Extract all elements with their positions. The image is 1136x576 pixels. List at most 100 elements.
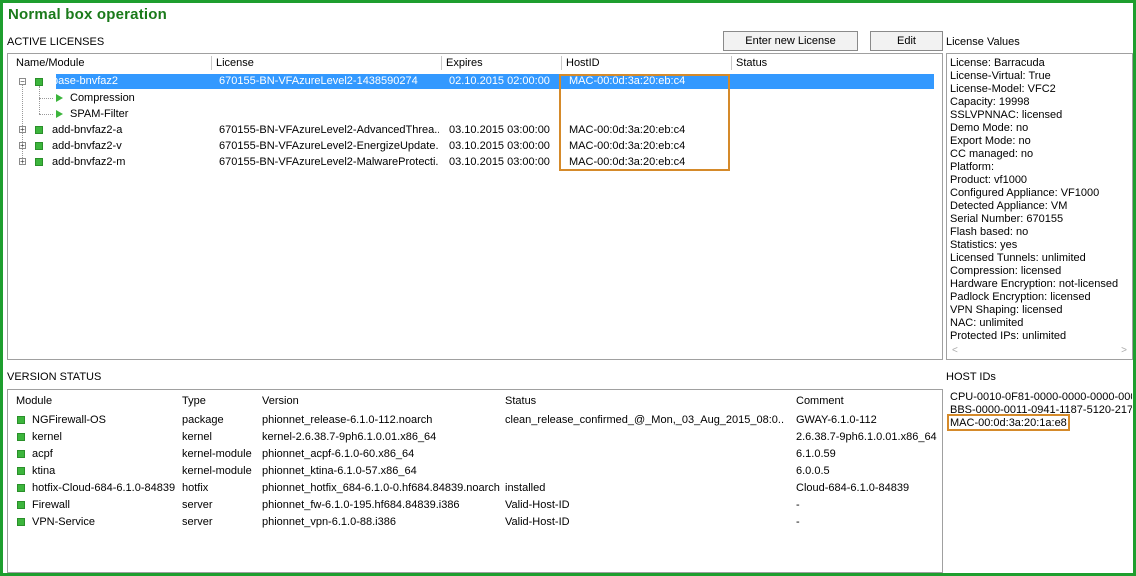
license-values-label: License Values [946,36,1020,48]
license-key: 670155-BN-VFAzureLevel2-AdvancedThrea... [219,124,439,136]
license-name: add-bnvfaz2-a [52,124,123,136]
host-ids-list[interactable]: CPU-0010-0F81-0000-0000-0000-0000 BBS-000… [946,389,1133,573]
version-version: phionnet_acpf-6.1.0-60.x86_64 [262,448,415,460]
version-status-label: VERSION STATUS [7,371,102,383]
version-version: phionnet_fw-6.1.0-195.hf684.84839.i386 [262,499,460,511]
edit-licenses-button[interactable]: Edit Licenses [870,31,943,65]
version-module: hotfix-Cloud-684-6.1.0-84839 [32,482,176,494]
hostid-highlight-box [559,74,730,171]
host-id-item: MAC-00:0d:3a:20:1a:e8 [950,417,1067,429]
status-ok-icon [35,142,43,150]
license-value-item: Padlock Encryption: licensed [950,291,1091,303]
col-header-comment[interactable]: Comment [796,392,844,410]
license-value-item: CC managed: no [950,148,1034,160]
col-header-type[interactable]: Type [182,392,206,410]
license-value-item: License-Model: VFC2 [950,83,1056,95]
license-value-item: Protected IPs: unlimited [950,330,1067,342]
version-comment: 2.6.38.7-9ph6.1.0.01.x86_64 [796,431,937,443]
license-key: 670155-BN-VFAzureLevel2-EnergizeUpdate..… [219,140,439,152]
version-comment: 6.1.0.59 [796,448,836,460]
status-ok-icon [17,518,25,526]
license-value-item: VPN Shaping: licensed [950,304,1063,316]
license-value-item: Demo Mode: no [950,122,1029,134]
col-header-module[interactable]: Module [16,392,52,410]
version-module: acpf [32,448,53,460]
version-status: Valid-Host-ID [505,516,570,528]
status-ok-icon [17,501,25,509]
host-id-item: BBS-0000-0011-0941-1187-5120-2170 [950,404,1133,416]
version-module: kernel [32,431,62,443]
version-type: hotfix [182,482,209,494]
version-version: phionnet_ktina-6.1.0-57.x86_64 [262,465,417,477]
version-status: Valid-Host-ID [505,499,570,511]
license-value-item: License-Virtual: True [950,70,1051,82]
license-module-name: Compression [70,92,135,104]
expand-icon[interactable]: + [19,126,26,134]
col-header-expires[interactable]: Expires [446,54,483,72]
host-ids-label: HOST IDs [946,371,996,383]
version-module: Firewall [32,499,70,511]
col-header-status[interactable]: Status [505,392,536,410]
license-value-item: License: Barracuda [950,57,1045,69]
license-key: 670155-BN-VFAzureLevel2-1438590274 [219,75,418,87]
license-value-item: Capacity: 19998 [950,96,1030,108]
version-type: package [182,414,224,426]
license-name: add-bnvfaz2-m [52,156,126,168]
license-value-item: SSLVPNNAC: licensed [950,109,1063,121]
version-version: phionnet_vpn-6.1.0-88.i386 [262,516,396,528]
active-licenses-table[interactable]: Name/Module License Expires HostID Statu… [7,53,943,360]
status-ok-icon [17,484,25,492]
license-value-item: Product: vf1000 [950,174,1028,186]
license-expires: 03.10.2015 03:00:00 [449,124,550,136]
status-ok-icon [35,126,43,134]
license-expires: 03.10.2015 03:00:00 [449,156,550,168]
scroll-right-icon[interactable]: > [1121,345,1127,356]
enter-license-token-button[interactable]: Enter new License Token [723,31,858,65]
license-value-item: Compression: licensed [950,265,1062,277]
version-comment: 6.0.0.5 [796,465,830,477]
status-ok-icon [17,433,25,441]
license-expires: 02.10.2015 02:00:00 [449,75,550,87]
col-header-hostid[interactable]: HostID [566,54,600,72]
status-ok-icon [17,467,25,475]
status-ok-icon [35,78,43,86]
status-ok-icon [17,450,25,458]
arrow-right-icon [56,94,63,102]
expand-icon[interactable]: + [19,142,26,150]
version-comment: Cloud-684-6.1.0-84839 [796,482,910,494]
version-type: server [182,499,213,511]
license-value-item: Export Mode: no [950,135,1031,147]
version-status-table[interactable]: Module Type Version Status Comment NGFir… [7,389,943,573]
license-value-item: NAC: unlimited [950,317,1024,329]
col-header-version[interactable]: Version [262,392,299,410]
version-status: clean_release_confirmed_@_Mon,_03_Aug_20… [505,414,785,426]
version-module: NGFirewall-OS [32,414,106,426]
version-module: ktina [32,465,56,477]
col-header-name[interactable]: Name/Module [16,54,84,72]
license-value-item: Configured Appliance: VF1000 [950,187,1100,199]
license-value-item: Serial Number: 670155 [950,213,1064,225]
arrow-right-icon [56,110,63,118]
license-value-item: Platform: [950,161,995,173]
version-type: server [182,516,213,528]
version-version: phionnet_release-6.1.0-112.noarch [262,414,433,426]
license-value-item: Licensed Tunnels: unlimited [950,252,1086,264]
page-title: Normal box operation [8,6,168,23]
version-comment: GWAY-6.1.0-112 [796,414,877,426]
col-header-license[interactable]: License [216,54,254,72]
col-header-status[interactable]: Status [736,54,767,72]
active-licenses-label: ACTIVE LICENSES [7,36,105,48]
expand-icon[interactable]: + [19,158,26,166]
version-status: installed [505,482,546,494]
license-values-list[interactable]: < > License: Barracuda License-Virtual: T… [946,53,1133,360]
license-value-item: Detected Appliance: VM [950,200,1068,212]
version-comment: - [796,516,800,528]
version-version: phionnet_hotfix_684-6.1.0-0.hf684.84839.… [262,482,500,494]
license-name: base-bnvfaz2 [52,75,119,87]
collapse-icon[interactable]: − [19,78,26,86]
scroll-left-icon[interactable]: < [952,345,958,356]
version-type: kernel [182,431,212,443]
license-value-item: Statistics: yes [950,239,1018,251]
version-type: kernel-module [182,465,252,477]
version-version: kernel-2.6.38.7-9ph6.1.0.01.x86_64 [262,431,437,443]
